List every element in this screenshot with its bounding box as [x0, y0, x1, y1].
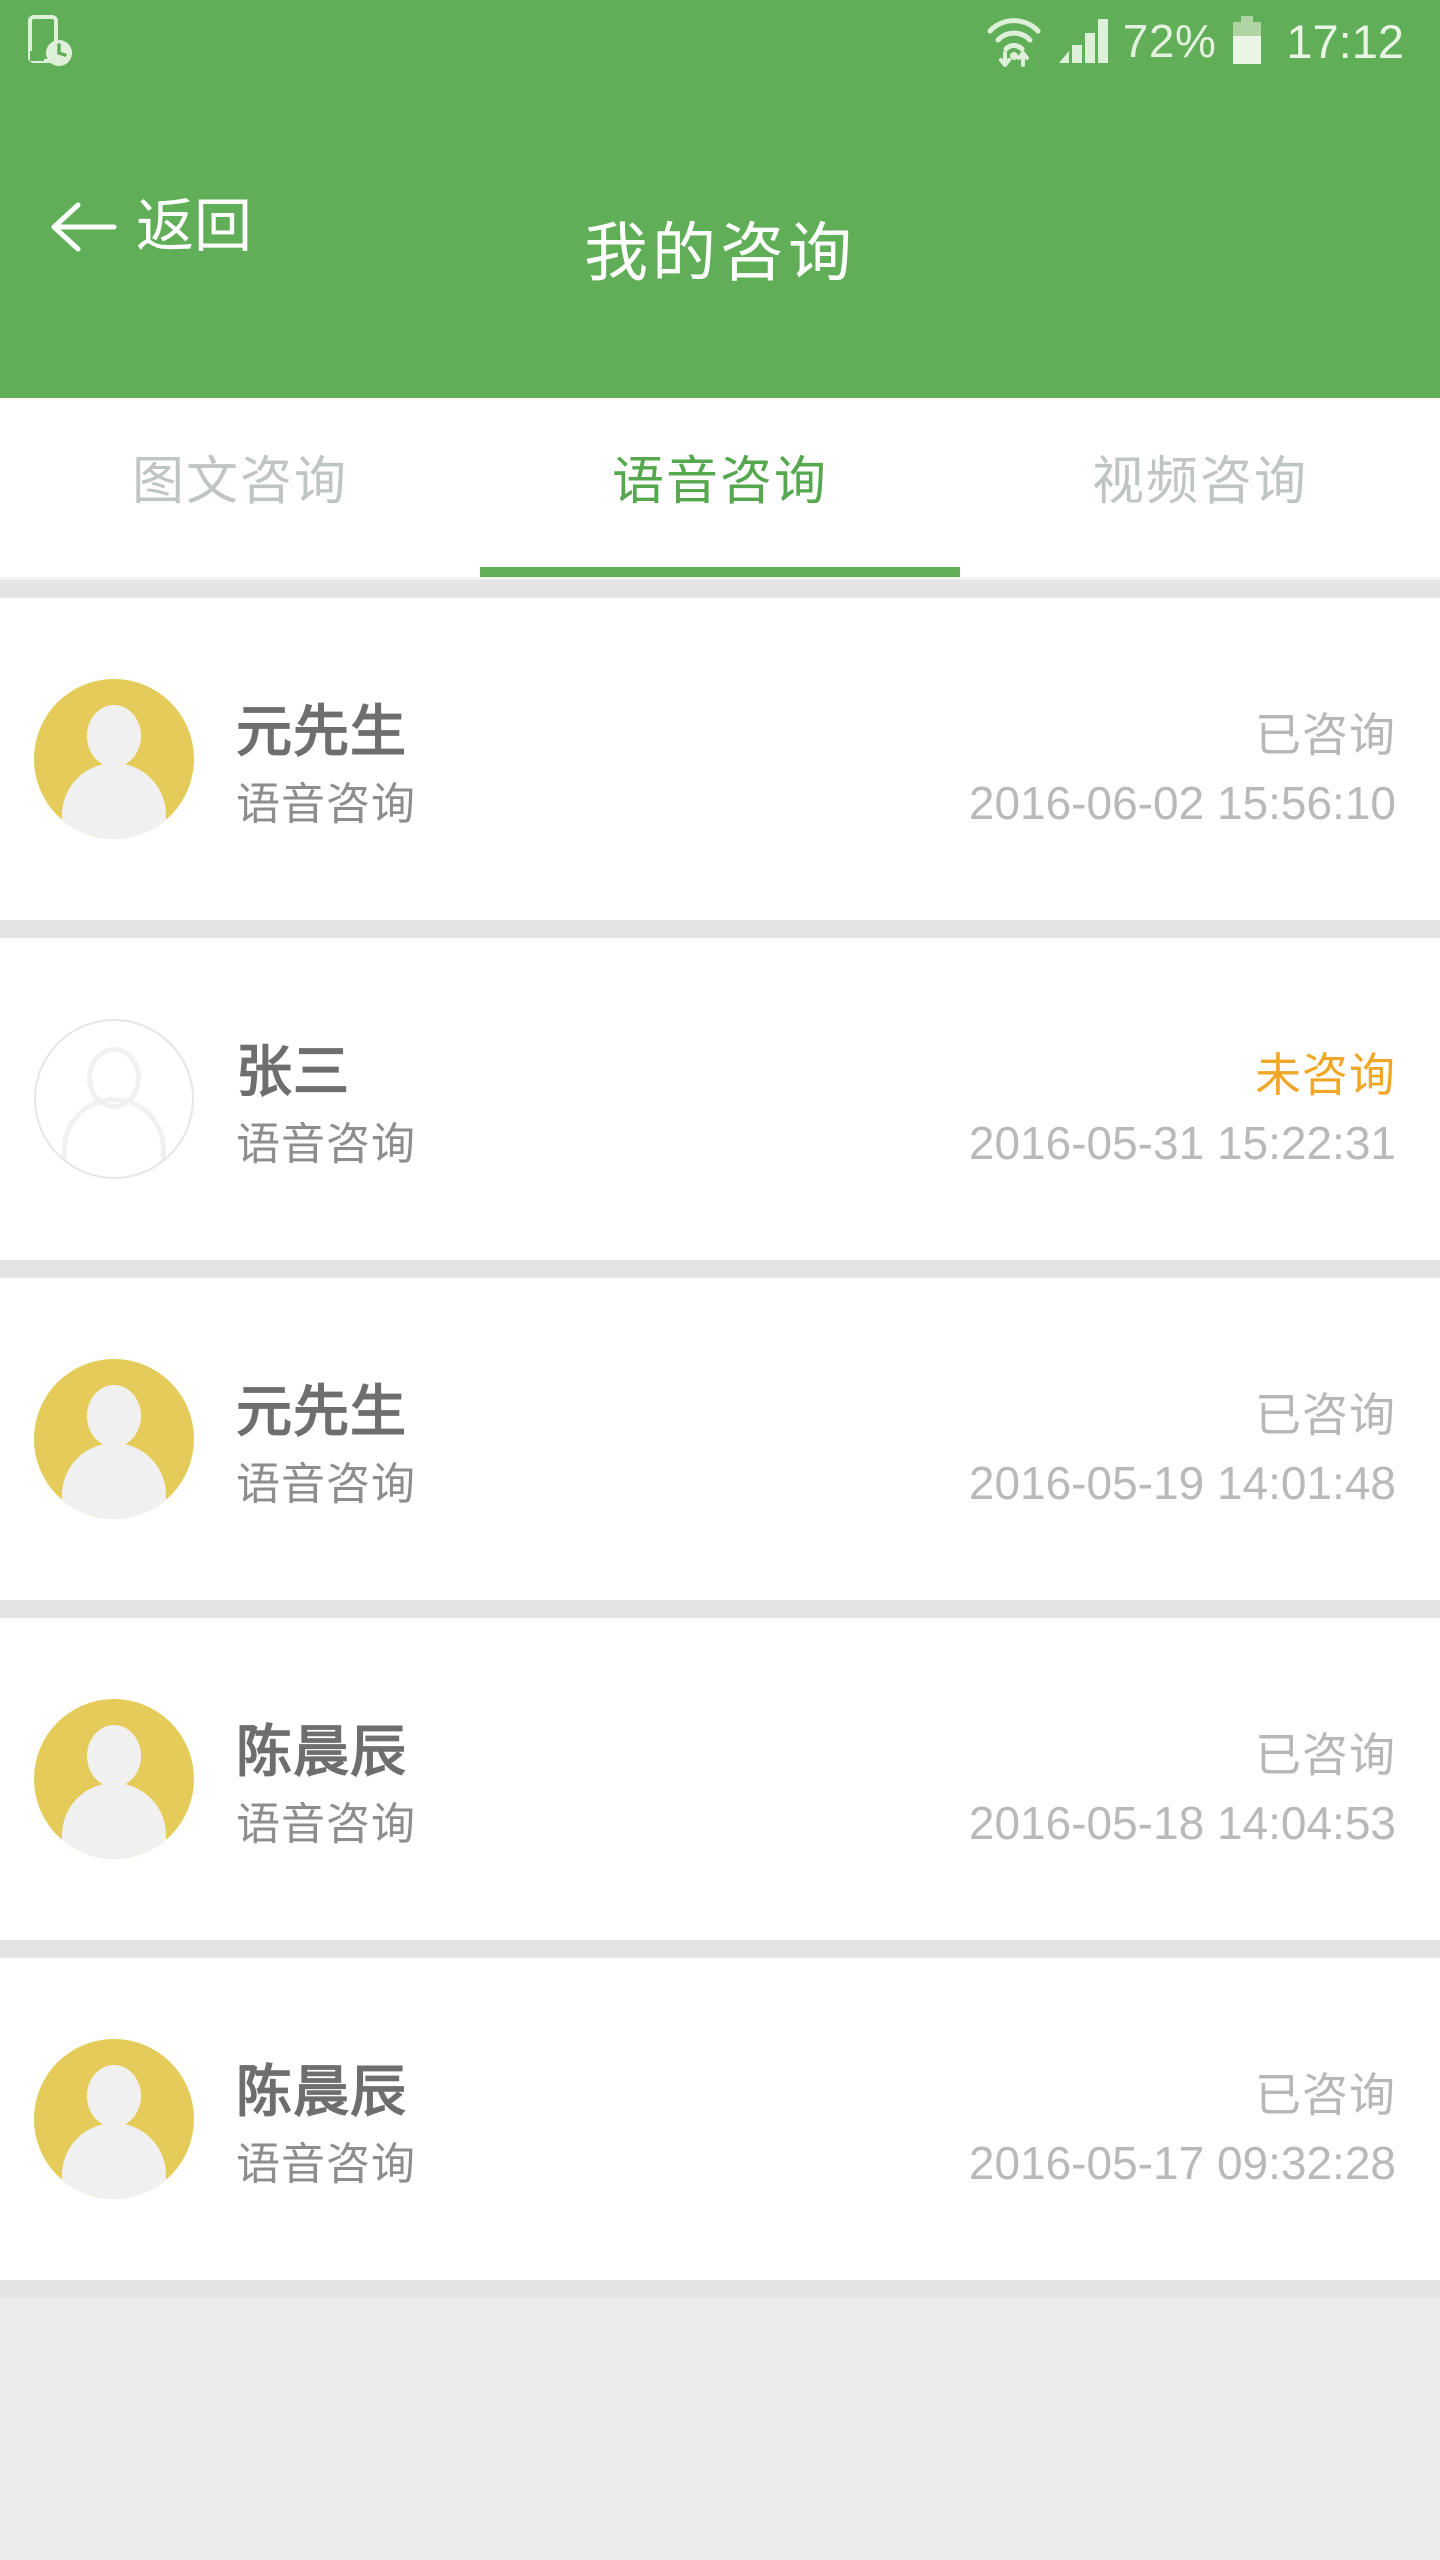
avatar-head-shape	[87, 1725, 141, 1787]
contact-name: 陈晨辰	[236, 1720, 407, 1783]
list-item-top-line: 元先生 已咨询	[236, 1367, 1396, 1448]
avatar	[34, 2039, 194, 2199]
avatar-body-shape	[62, 1097, 166, 1177]
status-bar-right: 72% 17:12	[985, 14, 1404, 69]
consultation-type: 语音咨询	[236, 780, 416, 829]
avatar	[34, 1019, 194, 1179]
list-item-bottom-line: 语音咨询 2016-05-18 14:04:53	[236, 1788, 1396, 1852]
list-item-bottom-line: 语音咨询 2016-05-31 15:22:31	[236, 1108, 1396, 1172]
avatar-body-shape	[62, 1443, 166, 1519]
list-separator	[0, 1600, 1440, 1618]
list-item[interactable]: 陈晨辰 已咨询 语音咨询 2016-05-17 09:32:28	[0, 1958, 1440, 2280]
list-item-content: 陈晨辰 已咨询 语音咨询 2016-05-17 09:32:28	[236, 2039, 1396, 2199]
status-badge: 已咨询	[1255, 1389, 1396, 1441]
list-item-content: 陈晨辰 已咨询 语音咨询 2016-05-18 14:04:53	[236, 1699, 1396, 1859]
avatar-body-shape	[62, 763, 166, 839]
wifi-icon	[985, 15, 1043, 67]
contact-name: 张三	[236, 1040, 350, 1103]
list-item[interactable]: 张三 未咨询 语音咨询 2016-05-31 15:22:31	[0, 938, 1440, 1260]
status-bar-left	[28, 15, 74, 67]
list-item[interactable]: 陈晨辰 已咨询 语音咨询 2016-05-18 14:04:53	[0, 1618, 1440, 1940]
tab-label: 视频咨询	[1091, 453, 1308, 511]
consultation-type: 语音咨询	[236, 1460, 416, 1509]
tab-label: 图文咨询	[131, 453, 348, 511]
page-title: 我的咨询	[584, 217, 856, 289]
avatar-body-shape	[62, 2123, 166, 2199]
list-separator	[0, 1940, 1440, 1958]
consultation-type: 语音咨询	[236, 2140, 416, 2189]
status-badge: 已咨询	[1255, 2069, 1396, 2121]
list-item-top-line: 陈晨辰 已咨询	[236, 2047, 1396, 2128]
tab-label: 语音咨询	[611, 453, 828, 511]
app-screen: 72% 17:12 返回 我的咨询 图文咨询 语音咨询 视频咨询 元先生 已咨询…	[0, 0, 1440, 2560]
list-separator	[0, 1260, 1440, 1278]
list-item-top-line: 陈晨辰 已咨询	[236, 1707, 1396, 1788]
list-item-content: 元先生 已咨询 语音咨询 2016-05-19 14:01:48	[236, 1359, 1396, 1519]
timestamp: 2016-05-17 09:32:28	[968, 2137, 1396, 2189]
app-bar: 返回 我的咨询	[0, 82, 1440, 398]
avatar	[34, 679, 194, 839]
list-item-bottom-line: 语音咨询 2016-06-02 15:56:10	[236, 768, 1396, 832]
consultation-type: 语音咨询	[236, 1800, 416, 1849]
timestamp: 2016-05-31 15:22:31	[968, 1117, 1396, 1169]
avatar	[34, 1699, 194, 1859]
list-item[interactable]: 元先生 已咨询 语音咨询 2016-06-02 15:56:10	[0, 598, 1440, 920]
status-badge: 已咨询	[1255, 1729, 1396, 1781]
status-badge: 未咨询	[1255, 1049, 1396, 1101]
list-separator	[0, 2280, 1440, 2298]
timestamp: 2016-06-02 15:56:10	[968, 777, 1396, 829]
consultation-list: 元先生 已咨询 语音咨询 2016-06-02 15:56:10 张三 未咨询	[0, 580, 1440, 2538]
list-separator	[0, 580, 1440, 598]
avatar-head-shape	[87, 2065, 141, 2127]
avatar	[34, 1359, 194, 1519]
avatar-head-shape	[87, 705, 141, 767]
avatar-head-shape	[87, 1385, 141, 1447]
phone-clock-icon	[28, 15, 74, 67]
status-bar-clock: 17:12	[1286, 14, 1404, 68]
status-bar: 72% 17:12	[0, 0, 1440, 82]
tab-underline	[480, 567, 960, 577]
list-item-top-line: 张三 未咨询	[236, 1027, 1396, 1108]
tab-video-consultation[interactable]: 视频咨询	[960, 398, 1440, 577]
consultation-type: 语音咨询	[236, 1120, 416, 1169]
list-empty-area	[0, 2298, 1440, 2538]
list-item-top-line: 元先生 已咨询	[236, 687, 1396, 768]
list-item-content: 张三 未咨询 语音咨询 2016-05-31 15:22:31	[236, 1019, 1396, 1179]
signal-icon	[1057, 17, 1109, 65]
status-badge: 已咨询	[1255, 709, 1396, 761]
timestamp: 2016-05-19 14:01:48	[968, 1457, 1396, 1509]
list-item-bottom-line: 语音咨询 2016-05-17 09:32:28	[236, 2128, 1396, 2192]
avatar-body-shape	[62, 1783, 166, 1859]
battery-icon	[1230, 15, 1264, 67]
contact-name: 陈晨辰	[236, 2060, 407, 2123]
contact-name: 元先生	[236, 700, 407, 763]
timestamp: 2016-05-18 14:04:53	[968, 1797, 1396, 1849]
contact-name: 元先生	[236, 1380, 407, 1443]
tab-bar: 图文咨询 语音咨询 视频咨询	[0, 398, 1440, 580]
tab-voice-consultation[interactable]: 语音咨询	[480, 398, 960, 577]
list-item-bottom-line: 语音咨询 2016-05-19 14:01:48	[236, 1448, 1396, 1512]
list-item[interactable]: 元先生 已咨询 语音咨询 2016-05-19 14:01:48	[0, 1278, 1440, 1600]
battery-percent-label: 72%	[1122, 15, 1217, 67]
list-item-content: 元先生 已咨询 语音咨询 2016-06-02 15:56:10	[236, 679, 1396, 839]
tab-text-consultation[interactable]: 图文咨询	[0, 398, 480, 577]
list-separator	[0, 920, 1440, 938]
